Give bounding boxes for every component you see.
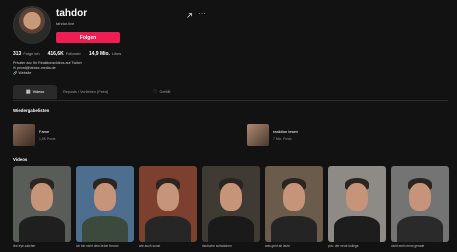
video-thumbnail[interactable] [391, 166, 449, 242]
share-icon[interactable] [186, 12, 193, 19]
video-thumbnail[interactable] [265, 166, 323, 242]
video-thumbnail[interactable] [202, 166, 260, 242]
profile-tabs: ▦ Videos Reposts / Vorlieben (Feed) ♡ Ge… [13, 85, 448, 101]
video-thumbnail[interactable] [139, 166, 197, 242]
profile-stats: 313 Folge ich 416,6K Follower 14,9 Mio. Lik… [13, 51, 121, 57]
video-caption: was geht ab leute [265, 244, 290, 248]
video-caption: pov: der neue kollege [328, 244, 359, 248]
heart-icon: ♡ [153, 89, 158, 95]
follow-button[interactable]: Folgen [56, 32, 120, 43]
playlist-count: 1,5K Posts [39, 137, 56, 141]
followers-stat[interactable]: 416,6K Follower [48, 51, 81, 57]
video-thumbnail[interactable] [76, 166, 134, 242]
video-caption: ich bin nicht dein lieber freund [76, 244, 119, 248]
bio: Privater acc für Reaktionsvideos auf Twi… [13, 61, 82, 76]
more-options-icon[interactable]: ⋯ [198, 10, 206, 18]
video-thumbnail[interactable] [13, 166, 71, 242]
tab-videos[interactable]: ▦ Videos [13, 85, 57, 99]
profile-page: tahdor tahdor.live Folgen ⋯ 313 Folge ich… [0, 0, 457, 252]
video-caption: nicht mein ernst gerade [391, 244, 425, 248]
playlists-title: Wiedergabelisten [13, 108, 50, 113]
playlist-count: 7 Mio. Posts [273, 137, 292, 141]
bio-link[interactable]: 🔗 Website [13, 71, 82, 76]
tab-reposts[interactable]: Reposts / Vorlieben (Feed) [63, 85, 108, 99]
tab-liked[interactable]: ♡ Gefällt [153, 85, 170, 99]
following-stat[interactable]: 313 Folge ich [13, 51, 40, 57]
avatar[interactable] [13, 6, 51, 44]
likes-stat: 14,9 Mio. Likes [88, 51, 122, 57]
playlist-card[interactable]: reaktion lesen 7 Mio. Posts [247, 121, 298, 149]
display-name: tahdor.live [56, 21, 75, 26]
video-caption: live eye-catcher [13, 244, 36, 248]
videos-title: Videos [13, 157, 28, 162]
video-grid: live eye-catcher ich bin nicht dein lieb… [13, 166, 449, 252]
video-caption: wie auch sonst [139, 244, 161, 248]
playlist-name: Fame [39, 129, 50, 134]
video-caption: deutsche schwächen [202, 244, 232, 248]
grid-icon: ▦ [25, 89, 31, 95]
username: tahdor [56, 8, 88, 19]
playlist-thumbnail [247, 124, 269, 146]
video-thumbnail[interactable] [328, 166, 386, 242]
playlist-thumbnail [13, 124, 35, 146]
playlist-card[interactable]: Fame 1,5K Posts [13, 121, 55, 149]
playlist-name: reaktion lesen [273, 129, 298, 134]
